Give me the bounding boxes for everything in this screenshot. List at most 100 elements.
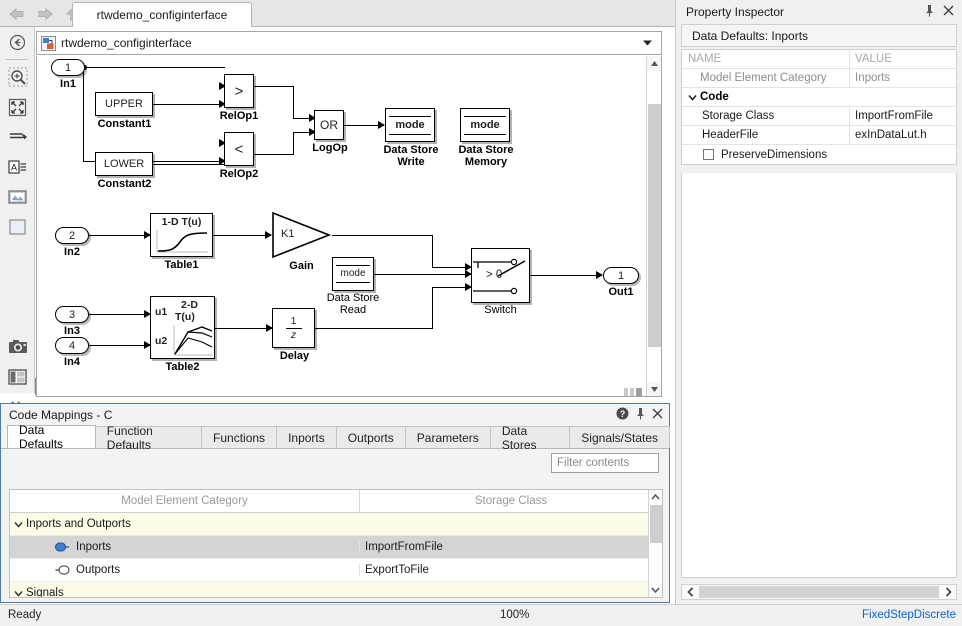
property-value[interactable]: ImportFromFile [850, 110, 956, 122]
block-inport-in4[interactable]: 4 [55, 337, 89, 354]
scroll-up-icon[interactable] [649, 490, 662, 504]
outport-icon [55, 565, 70, 575]
block-label-gain: Gain [271, 260, 332, 272]
block-table1[interactable]: 1-D T(u) [150, 213, 213, 257]
property-inspector-subtitle: Data Defaults: Inports [681, 24, 957, 47]
property-row-storage-class[interactable]: Storage Class ImportFromFile [682, 107, 956, 126]
wire [432, 235, 433, 268]
block-label-in4: In4 [45, 356, 99, 368]
block-data-store-memory[interactable]: mode [460, 108, 510, 142]
chevron-right-icon[interactable] [940, 585, 956, 599]
preserve-dimensions-checkbox[interactable] [703, 149, 714, 160]
block-constant1[interactable]: UPPER [95, 92, 153, 116]
simulink-canvas[interactable]: 1 In1 UPPER Constant1 LOWER Constant2 > … [36, 56, 662, 397]
scroll-down-icon[interactable] [649, 583, 662, 597]
filter-input[interactable]: Filter contents [551, 453, 659, 473]
row-label: Outports [76, 564, 120, 576]
block-data-store-read[interactable]: mode [332, 257, 374, 291]
status-solver[interactable]: FixedStepDiscrete [862, 609, 956, 621]
chevron-left-icon[interactable] [682, 585, 698, 599]
property-inspector: Property Inspector Data Defaults: Inport… [675, 0, 962, 604]
area-icon[interactable] [0, 212, 35, 242]
wire [89, 345, 150, 346]
chevron-down-icon[interactable] [10, 521, 26, 528]
tab-signals-states[interactable]: Signals/States [569, 426, 670, 448]
breadcrumb[interactable]: rtwdemo_configinterface [36, 31, 662, 55]
code-mappings-tabs: Data Defaults Function Defaults Function… [1, 425, 669, 449]
tab-data-stores[interactable]: Data Stores [490, 426, 570, 448]
scrollbar-thumb[interactable] [648, 104, 661, 347]
block-data-store-write[interactable]: mode [385, 108, 435, 142]
block-relop2[interactable]: < [224, 132, 254, 166]
wire-arrow [378, 121, 385, 129]
rail-navigate-up[interactable] [0, 27, 35, 57]
scroll-up-icon[interactable] [647, 56, 662, 71]
table-vertical-scrollbar[interactable] [648, 490, 662, 597]
block-logop[interactable]: OR [314, 110, 344, 140]
table-row[interactable]: Signals [10, 582, 662, 598]
canvas-resize-grip[interactable] [624, 385, 644, 394]
block-switch[interactable]: > 0 [471, 248, 530, 303]
block-delay[interactable]: 1 z [272, 308, 315, 348]
canvas-vertical-scrollbar[interactable] [646, 56, 661, 397]
tab-function-defaults[interactable]: Function Defaults [95, 426, 202, 448]
code-mappings-panel: Code Mappings - C ? Data Defaults Functi… [0, 403, 670, 603]
tab-functions[interactable]: Functions [201, 426, 277, 448]
annotation-icon[interactable]: A [0, 152, 35, 182]
property-name: HeaderFile [682, 126, 850, 144]
column-header-value: VALUE [850, 53, 956, 65]
table-row[interactable]: Outports ExportToFile [10, 559, 662, 582]
block-inport-in2[interactable]: 2 [55, 227, 89, 244]
pin-icon[interactable] [636, 407, 645, 423]
block-relop1[interactable]: > [224, 74, 254, 108]
wire [85, 67, 225, 68]
back-arrow-icon[interactable] [4, 3, 30, 25]
block-gain[interactable]: K1 [271, 211, 332, 259]
tab-data-defaults[interactable]: Data Defaults [7, 425, 96, 448]
scrollbar-thumb[interactable] [650, 505, 662, 543]
close-icon[interactable] [652, 408, 663, 422]
table-row[interactable]: Inports ImportFromFile [10, 536, 662, 559]
property-row: Model Element Category Inports [682, 69, 956, 88]
zoom-in-icon[interactable] [0, 62, 35, 92]
block-diagram: 1 In1 UPPER Constant1 LOWER Constant2 > … [37, 56, 647, 381]
block-table2[interactable]: u1 u2 2-D T(u) [150, 296, 215, 359]
block-label-logop: LogOp [305, 142, 355, 154]
close-icon[interactable] [943, 5, 954, 19]
chevron-down-icon[interactable] [10, 590, 26, 597]
help-icon[interactable]: ? [616, 407, 629, 423]
layout-icon[interactable] [0, 362, 35, 392]
signal-lines-icon[interactable] [0, 122, 35, 152]
image-icon[interactable] [0, 182, 35, 212]
wire [530, 275, 602, 276]
property-value[interactable]: exInDataLut.h [850, 129, 956, 141]
pin-icon[interactable] [925, 4, 934, 20]
chevron-down-icon[interactable] [684, 94, 700, 101]
tab-parameters[interactable]: Parameters [405, 426, 491, 448]
property-section-code[interactable]: Code [682, 88, 956, 107]
wire [293, 132, 294, 155]
property-inspector-horizontal-scrollbar[interactable] [681, 584, 957, 600]
property-row-header-file[interactable]: HeaderFile exInDataLut.h [682, 126, 956, 145]
document-tab[interactable]: rtwdemo_configinterface [72, 2, 252, 27]
property-inspector-title-bar: Property Inspector [676, 0, 962, 24]
tab-outports[interactable]: Outports [336, 426, 406, 448]
tab-inports[interactable]: Inports [276, 426, 337, 448]
camera-icon[interactable] [0, 332, 35, 362]
row-label: Inports [76, 541, 111, 553]
code-mappings-table: Model Element Category Storage Class Inp… [9, 489, 663, 598]
fit-to-view-icon[interactable] [0, 92, 35, 122]
block-label-constant1: Constant1 [82, 118, 167, 130]
scroll-down-icon[interactable] [647, 382, 662, 397]
block-inport-in1[interactable]: 1 [51, 59, 85, 76]
forward-arrow-icon[interactable] [32, 3, 58, 25]
block-outport-out1[interactable]: 1 [603, 267, 639, 284]
row-value: ExportToFile [360, 564, 662, 576]
chevron-down-icon[interactable] [642, 36, 653, 50]
table-row[interactable]: Inports and Outports [10, 513, 662, 536]
block-constant2[interactable]: LOWER [95, 152, 153, 176]
property-row-preserve-dimensions[interactable]: PreserveDimensions [682, 145, 956, 164]
scrollbar-thumb[interactable] [699, 586, 939, 598]
wire [432, 287, 433, 329]
block-inport-in3[interactable]: 3 [55, 306, 89, 323]
